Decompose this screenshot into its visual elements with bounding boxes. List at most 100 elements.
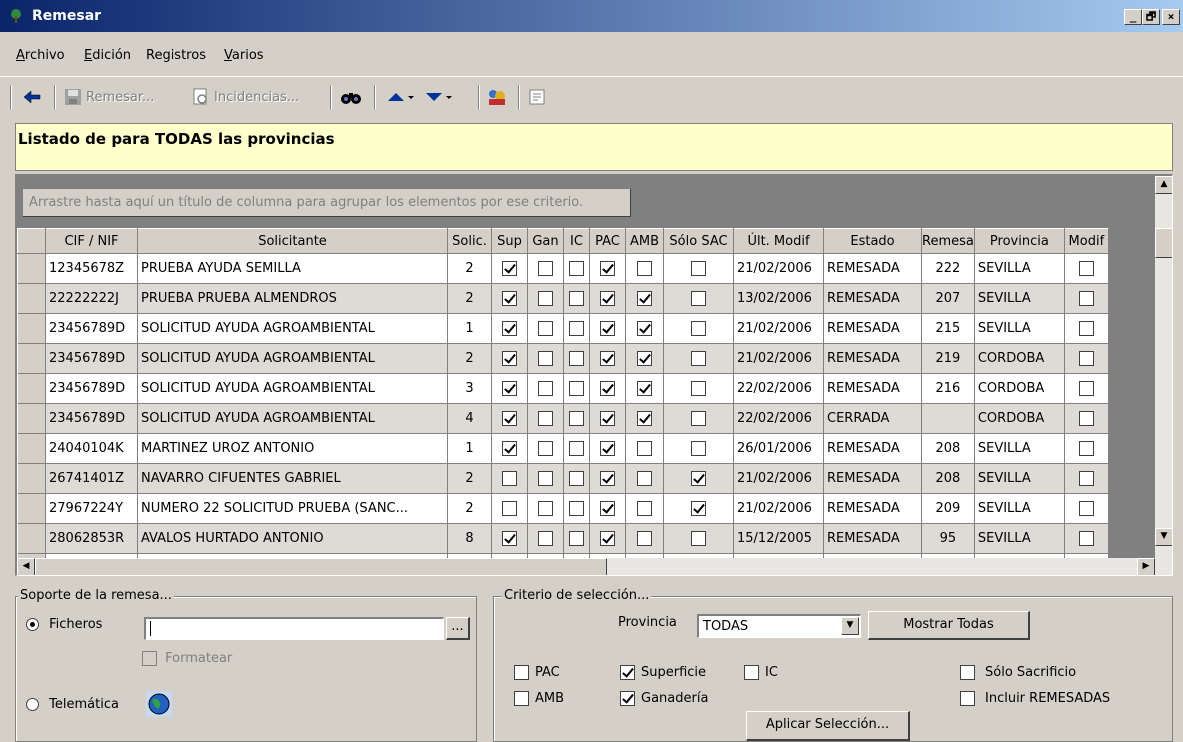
solo-sac-checkbox[interactable] [663,463,734,494]
ic-checkbox[interactable] [563,343,590,374]
edit-button[interactable] [528,86,546,108]
sup-checkbox[interactable] [491,433,528,464]
gan-checkbox[interactable] [527,463,564,494]
column-gan-header[interactable]: Gan [527,228,564,254]
gan-checkbox[interactable] [527,253,564,284]
sup-checkbox[interactable] [491,493,528,524]
superficie-checkbox[interactable]: Superficie [620,665,706,680]
modif-checkbox[interactable] [1064,523,1109,554]
solo-sac-checkbox[interactable] [663,493,734,524]
menu-varios[interactable]: Varios [224,48,264,63]
sort-up-button[interactable] [386,86,416,108]
group-by-area[interactable]: Arrastre hasta aquí un título de columna… [17,176,1155,228]
pac-checkbox[interactable] [589,523,626,554]
column-modif-header[interactable]: Modif [1063,228,1109,254]
amb-checkbox[interactable] [625,253,664,284]
users-button[interactable] [486,86,508,108]
table-row[interactable]: 28062853R AVALOS HURTADO ANTONIO 8 15/12/20… [17,523,1109,554]
column-provincia-header[interactable]: Provincia [973,228,1065,254]
pac-checkbox[interactable] [589,343,626,374]
sort-down-button[interactable] [424,86,454,108]
pac-checkbox[interactable] [589,373,626,404]
pac-checkbox[interactable] [589,313,626,344]
scroll-right-icon[interactable]: ▶ [1137,558,1155,575]
ic-checkbox[interactable] [563,493,590,524]
formatear-checkbox[interactable]: Formatear [142,651,232,666]
gan-checkbox[interactable] [527,373,564,404]
data-grid[interactable]: Arrastre hasta aquí un título de columna… [15,174,1173,576]
modif-checkbox[interactable] [1064,433,1109,464]
scroll-thumb[interactable] [1155,228,1172,258]
solo-sac-checkbox[interactable] [663,253,734,284]
sup-checkbox[interactable] [491,523,528,554]
amb-checkbox[interactable] [625,463,664,494]
ic-checkbox[interactable] [563,523,590,554]
modif-checkbox[interactable] [1064,283,1109,314]
sup-checkbox[interactable] [491,463,528,494]
gan-checkbox[interactable] [527,493,564,524]
pac-checkbox[interactable] [589,253,626,284]
scroll-up-icon[interactable]: ▲ [1155,176,1172,194]
chevron-down-icon[interactable]: ▼ [841,617,859,635]
column-sup-header[interactable]: Sup [491,228,528,254]
column-cif-header[interactable]: CIF / NIF [45,228,138,254]
ficheros-radio[interactable]: Ficheros [26,617,102,632]
ic-checkbox[interactable] [563,283,590,314]
ganaderia-checkbox[interactable]: Ganadería [620,691,708,706]
solo-sac-checkbox[interactable] [663,403,734,434]
gan-checkbox[interactable] [527,313,564,344]
ic-checkbox[interactable] [563,313,590,344]
amb-checkbox[interactable] [625,313,664,344]
table-row[interactable]: 22222222J PRUEBA PRUEBA ALMENDROS 2 13/02/2… [17,283,1109,314]
find-button[interactable] [340,86,362,108]
row-selector[interactable] [17,523,46,554]
ic-checkbox[interactable] [563,433,590,464]
maximize-button[interactable]: 🗗 [1142,9,1160,25]
horizontal-scrollbar[interactable]: ◀ ▶ [17,558,1172,575]
scroll-down-icon[interactable]: ▼ [1155,528,1172,546]
sup-checkbox[interactable] [491,253,528,284]
solo-sac-checkbox[interactable] [663,433,734,464]
remesar-button[interactable]: Remesar... [64,86,154,108]
table-row[interactable]: 24040104K MARTINEZ UROZ ANTONIO 1 26/01/200… [17,433,1109,464]
solo-sacrificio-checkbox[interactable]: Sólo Sacrificio [960,665,1076,680]
row-selector[interactable] [17,433,46,464]
row-selector[interactable] [17,283,46,314]
sup-checkbox[interactable] [491,283,528,314]
minimize-button[interactable]: _ [1124,9,1142,25]
column-pac-header[interactable]: PAC [589,228,626,254]
ficheros-path-input[interactable] [144,617,444,640]
solo-sac-checkbox[interactable] [663,343,734,374]
solo-sac-checkbox[interactable] [663,283,734,314]
gan-checkbox[interactable] [527,433,564,464]
close-button[interactable]: × [1162,9,1180,25]
vertical-scrollbar[interactable]: ▲ ▼ [1155,176,1172,558]
column-estado-header[interactable]: Estado [823,228,922,254]
sup-checkbox[interactable] [491,373,528,404]
sup-checkbox[interactable] [491,403,528,434]
ic-checkbox[interactable] [563,403,590,434]
column-solicitante-header[interactable]: Solicitante [137,228,448,254]
column-solo-sac-header[interactable]: Sólo SAC [663,228,734,254]
pac-checkbox[interactable] [589,433,626,464]
pac-checkbox[interactable] [589,493,626,524]
gan-checkbox[interactable] [527,403,564,434]
row-selector[interactable] [17,253,46,284]
modif-checkbox[interactable] [1064,463,1109,494]
pac-checkbox[interactable]: PAC [514,665,560,680]
ic-checkbox[interactable] [563,373,590,404]
column-amb-header[interactable]: AMB [625,228,664,254]
aplicar-seleccion-button[interactable]: Aplicar Selección... [746,711,910,741]
solo-sac-checkbox[interactable] [663,373,734,404]
gan-checkbox[interactable] [527,343,564,374]
column-ic-header[interactable]: IC [563,228,590,254]
pac-checkbox[interactable] [589,283,626,314]
row-selector[interactable] [17,403,46,434]
menu-registros[interactable]: Registros [146,48,206,63]
modif-checkbox[interactable] [1064,493,1109,524]
sup-checkbox[interactable] [491,313,528,344]
menu-edicion[interactable]: Edición [84,48,131,63]
table-row[interactable]: 23456789D SOLICITUD AYUDA AGROAMBIENTAL 3 2… [17,373,1109,404]
incluir-remesadas-checkbox[interactable]: Incluir REMESADAS [960,691,1110,706]
ic-checkbox[interactable]: IC [744,665,778,680]
